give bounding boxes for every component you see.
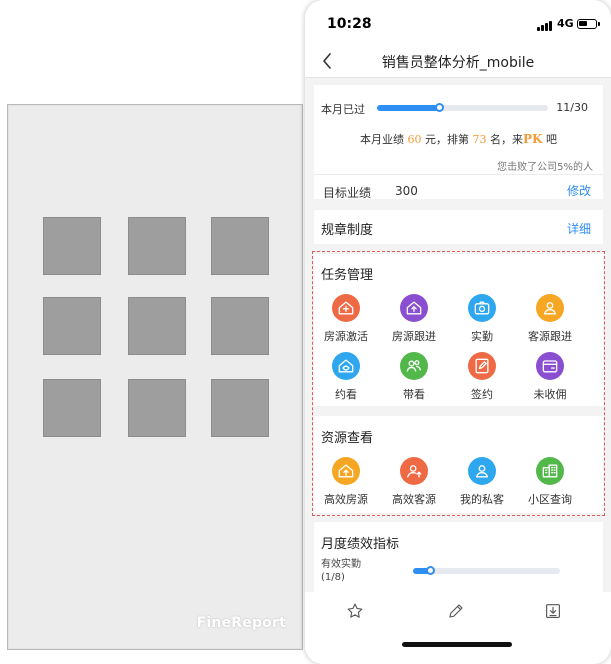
screenshot-stage: FineReport 10:28 4G 销售员整体分析_mobile 本月已过 [0,0,611,664]
edit-target-button[interactable]: 修改 [567,182,591,199]
placeholder-tile [43,217,101,275]
brand-watermark: FineReport [196,615,286,631]
kpi-title: 月度绩效指标 [321,537,400,552]
placeholder-tile [211,297,269,355]
kpi-label: 有效实勤 (1/8) [321,558,361,584]
battery-icon [577,19,600,29]
highlight-frame [312,251,605,516]
month-progress-knob [435,103,444,112]
status-time: 10:28 [327,16,372,32]
star-icon[interactable] [344,600,366,622]
report-content[interactable]: 本月已过 11/30 本月业绩 60 元，排第 73 名，来PK 吧 您击败了公… [305,78,611,592]
kpi-label-count: (1/8) [321,572,345,583]
progress-label: 本月已过 [321,103,365,116]
placeholder-tile [43,297,101,355]
signal-icon [537,20,553,31]
rules-detail-button[interactable]: 详细 [567,220,591,237]
pencil-icon[interactable] [445,600,467,622]
kpi-progress-bar [413,566,560,575]
bottom-toolbar [305,592,611,664]
performance-amount: 60 [407,133,422,146]
phone-frame: 10:28 4G 销售员整体分析_mobile 本月已过 11/30 本月业绩 … [305,0,611,664]
rank-middle: 元，排第 [425,133,470,146]
placeholder-tile [128,297,186,355]
month-progress-bar [377,103,548,112]
placeholder-tile [128,379,186,437]
placeholder-tile [211,379,269,437]
month-progress-fill [377,105,440,111]
rank-number: 73 [472,133,487,146]
placeholder-tile [43,379,101,437]
target-value: 300 [395,184,418,198]
rules-card: 规章制度 详细 [314,210,603,244]
beat-percentage: 您击败了公司5%的人 [497,162,593,173]
kpi-card: 月度绩效指标 有效实勤 (1/8) [314,522,603,592]
rank-prefix: 本月业绩 [360,133,405,146]
placeholder-tile [211,217,269,275]
rules-title: 规章制度 [321,223,374,238]
download-icon[interactable] [542,600,564,622]
divider [314,174,603,175]
rank-suffix: 名，来 [490,133,524,146]
page-title: 销售员整体分析_mobile [381,55,535,71]
kpi-progress-knob [426,566,435,575]
rank-sentence: 本月业绩 60 元，排第 73 名，来PK 吧 [314,131,603,147]
nav-bar: 销售员整体分析_mobile [305,44,611,78]
network-type: 4G [557,17,574,30]
kpi-label-text: 有效实勤 [321,559,361,570]
target-label: 目标业绩 [323,186,372,200]
progress-days: 11/30 [556,101,588,114]
rank-end: 吧 [545,133,557,146]
status-bar: 10:28 4G [305,0,611,44]
app-grid-panel: FineReport [7,104,303,650]
monthly-progress-card: 本月已过 11/30 本月业绩 60 元，排第 73 名，来PK 吧 您击败了公… [314,85,603,200]
placeholder-tile [128,217,186,275]
home-indicator[interactable] [402,642,512,647]
pk-text: PK [523,132,543,146]
